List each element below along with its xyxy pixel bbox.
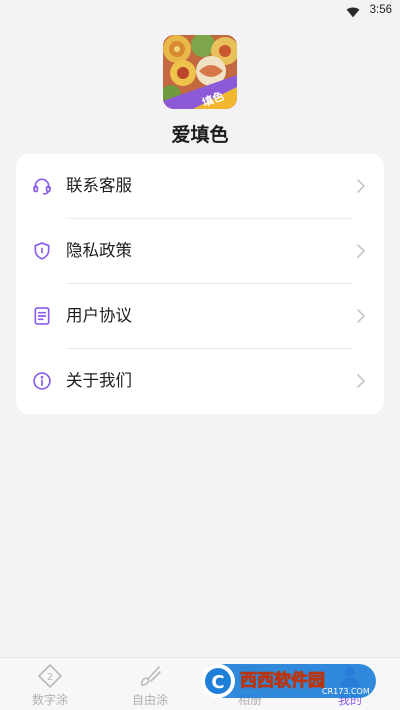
info-icon <box>33 372 51 390</box>
watermark-url-text: CR173.COM <box>322 687 370 696</box>
menu-item-label: 关于我们 <box>66 371 132 390</box>
watermark-brand-text: 西西软件园 <box>240 670 325 691</box>
app-logo-image: 填色 <box>163 35 237 109</box>
menu-item-contact-support[interactable]: 联系客服 <box>16 154 384 219</box>
app-logo: 填色 <box>163 35 237 109</box>
chevron-right-icon <box>357 309 366 323</box>
tab-free-paint[interactable]: 自由涂 <box>100 658 200 710</box>
tab-number-paint[interactable]: 2 数字涂 <box>0 658 100 710</box>
menu-item-label: 用户协议 <box>66 306 132 325</box>
menu-item-privacy-policy[interactable]: 隐私政策 <box>16 219 384 284</box>
menu-item-label: 隐私政策 <box>66 241 132 260</box>
tab-label: 数字涂 <box>31 693 68 707</box>
app-name: 爱填色 <box>171 124 229 146</box>
chevron-right-icon <box>357 179 366 193</box>
settings-menu-card: 联系客服 隐私政策 用户协议 关于我们 <box>16 154 384 414</box>
tab-label: 自由涂 <box>131 693 168 707</box>
menu-item-user-agreement[interactable]: 用户协议 <box>16 284 384 349</box>
brush-icon <box>141 666 161 686</box>
document-icon <box>34 307 50 325</box>
chevron-right-icon <box>357 374 366 388</box>
svg-text:C: C <box>211 672 224 693</box>
watermark-logo: C 西西软件园 CR173.COM <box>198 661 384 701</box>
status-time: 3:56 <box>369 4 392 16</box>
menu-item-about-us[interactable]: 关于我们 <box>16 349 384 414</box>
wifi-icon <box>346 7 360 18</box>
menu-item-label: 联系客服 <box>66 176 132 195</box>
chevron-right-icon <box>357 244 366 258</box>
status-bar: 3:56 <box>0 0 400 24</box>
headset-icon <box>33 178 51 195</box>
shield-icon <box>34 242 50 260</box>
svg-text:2: 2 <box>47 672 53 683</box>
number-paint-icon: 2 <box>37 663 63 689</box>
watermark-logo-image: C 西西软件园 CR173.COM <box>201 664 376 698</box>
